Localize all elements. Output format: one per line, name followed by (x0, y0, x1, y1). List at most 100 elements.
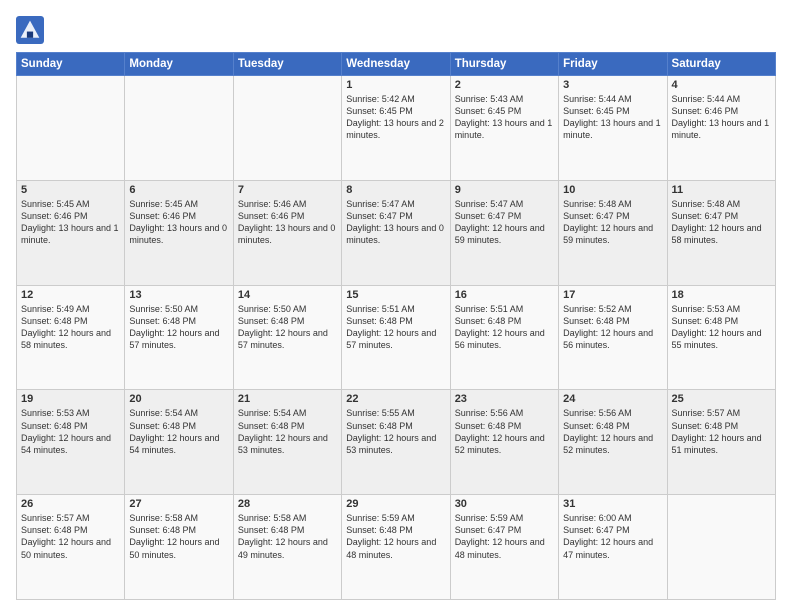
calendar-cell: 24Sunrise: 5:56 AM Sunset: 6:48 PM Dayli… (559, 390, 667, 495)
calendar-cell: 11Sunrise: 5:48 AM Sunset: 6:47 PM Dayli… (667, 180, 775, 285)
weekday-header: Monday (125, 53, 233, 76)
day-number: 26 (21, 498, 120, 510)
cell-info: Sunrise: 5:45 AM Sunset: 6:46 PM Dayligh… (129, 198, 228, 247)
day-number: 18 (672, 289, 771, 301)
day-number: 12 (21, 289, 120, 301)
calendar-cell: 4 Sunrise: 5:44 AM Sunset: 6:46 PM Daylig… (667, 76, 775, 181)
day-number: 28 (238, 498, 337, 510)
cell-info: Sunrise: 5:52 AM Sunset: 6:48 PM Dayligh… (563, 303, 662, 352)
day-number: 19 (21, 393, 120, 405)
cell-info: Sunrise: 5:57 AM Sunset: 6:48 PM Dayligh… (672, 407, 771, 456)
weekday-header: Friday (559, 53, 667, 76)
logo (16, 16, 49, 44)
day-number: 17 (563, 289, 662, 301)
calendar-cell: 27 Sunrise: 5:58 AM Sunset: 6:48 PM Dayli… (125, 495, 233, 600)
calendar-cell (125, 76, 233, 181)
cell-info: Sunrise: 5:46 AM Sunset: 6:46 PM Dayligh… (238, 198, 337, 247)
calendar-cell (667, 495, 775, 600)
calendar-week-row: 19 Sunrise: 5:53 AM Sunset: 6:48 PM Dayli… (17, 390, 776, 495)
calendar-week-row: 26 Sunrise: 5:57 AM Sunset: 6:48 PM Dayli… (17, 495, 776, 600)
cell-info: Sunrise: 5:58 AM Sunset: 6:48 PM Dayligh… (129, 512, 228, 561)
cell-info: Sunrise: 5:48 AM Sunset: 6:47 PM Dayligh… (563, 198, 662, 247)
cell-info: Sunrise: 5:47 AM Sunset: 6:47 PM Dayligh… (455, 198, 554, 247)
calendar-cell: 3 Sunrise: 5:44 AM Sunset: 6:45 PM Daylig… (559, 76, 667, 181)
calendar-cell: 6 Sunrise: 5:45 AM Sunset: 6:46 PM Daylig… (125, 180, 233, 285)
cell-info: Sunrise: 5:49 AM Sunset: 6:48 PM Dayligh… (21, 303, 120, 352)
cell-info: Sunrise: 5:55 AM Sunset: 6:48 PM Dayligh… (346, 407, 445, 456)
day-number: 2 (455, 79, 554, 91)
day-number: 8 (346, 184, 445, 196)
cell-info: Sunrise: 5:44 AM Sunset: 6:45 PM Dayligh… (563, 93, 662, 142)
cell-info: Sunrise: 5:42 AM Sunset: 6:45 PM Dayligh… (346, 93, 445, 142)
calendar-cell: 29 Sunrise: 5:59 AM Sunset: 6:48 PM Dayli… (342, 495, 450, 600)
cell-info: Sunrise: 5:45 AM Sunset: 6:46 PM Dayligh… (21, 198, 120, 247)
cell-info: Sunrise: 5:56 AM Sunset: 6:48 PM Dayligh… (563, 407, 662, 456)
day-number: 1 (346, 79, 445, 91)
cell-info: Sunrise: 5:54 AM Sunset: 6:48 PM Dayligh… (129, 407, 228, 456)
cell-info: Sunrise: 5:53 AM Sunset: 6:48 PM Dayligh… (21, 407, 120, 456)
cell-info: Sunrise: 5:50 AM Sunset: 6:48 PM Dayligh… (238, 303, 337, 352)
cell-info: Sunrise: 5:51 AM Sunset: 6:48 PM Dayligh… (455, 303, 554, 352)
calendar-cell: 17 Sunrise: 5:52 AM Sunset: 6:48 PM Dayli… (559, 285, 667, 390)
calendar-cell: 22 Sunrise: 5:55 AM Sunset: 6:48 PM Dayli… (342, 390, 450, 495)
calendar-header-row: SundayMondayTuesdayWednesdayThursdayFrid… (17, 53, 776, 76)
calendar-cell: 5 Sunrise: 5:45 AM Sunset: 6:46 PM Daylig… (17, 180, 125, 285)
calendar-cell: 10Sunrise: 5:48 AM Sunset: 6:47 PM Dayli… (559, 180, 667, 285)
cell-info: Sunrise: 5:57 AM Sunset: 6:48 PM Dayligh… (21, 512, 120, 561)
day-number: 14 (238, 289, 337, 301)
day-number: 21 (238, 393, 337, 405)
day-number: 16 (455, 289, 554, 301)
day-number: 7 (238, 184, 337, 196)
day-number: 6 (129, 184, 228, 196)
calendar-cell: 12 Sunrise: 5:49 AM Sunset: 6:48 PM Dayli… (17, 285, 125, 390)
calendar-week-row: 5 Sunrise: 5:45 AM Sunset: 6:46 PM Daylig… (17, 180, 776, 285)
day-number: 9 (455, 184, 554, 196)
cell-info: Sunrise: 5:56 AM Sunset: 6:48 PM Dayligh… (455, 407, 554, 456)
day-number: 4 (672, 79, 771, 91)
day-number: 27 (129, 498, 228, 510)
calendar-cell: 16 Sunrise: 5:51 AM Sunset: 6:48 PM Dayli… (450, 285, 558, 390)
calendar-cell: 9 Sunrise: 5:47 AM Sunset: 6:47 PM Daylig… (450, 180, 558, 285)
cell-info: Sunrise: 5:54 AM Sunset: 6:48 PM Dayligh… (238, 407, 337, 456)
cell-info: Sunrise: 5:44 AM Sunset: 6:46 PM Dayligh… (672, 93, 771, 142)
calendar-cell: 1 Sunrise: 5:42 AM Sunset: 6:45 PM Daylig… (342, 76, 450, 181)
cell-info: Sunrise: 5:53 AM Sunset: 6:48 PM Dayligh… (672, 303, 771, 352)
calendar-cell: 2 Sunrise: 5:43 AM Sunset: 6:45 PM Daylig… (450, 76, 558, 181)
header (16, 12, 776, 44)
logo-icon (16, 16, 44, 44)
calendar-cell (233, 76, 341, 181)
calendar-cell: 18 Sunrise: 5:53 AM Sunset: 6:48 PM Dayli… (667, 285, 775, 390)
calendar-week-row: 1 Sunrise: 5:42 AM Sunset: 6:45 PM Daylig… (17, 76, 776, 181)
cell-info: Sunrise: 6:00 AM Sunset: 6:47 PM Dayligh… (563, 512, 662, 561)
calendar-cell: 19 Sunrise: 5:53 AM Sunset: 6:48 PM Dayli… (17, 390, 125, 495)
calendar-cell: 25 Sunrise: 5:57 AM Sunset: 6:48 PM Dayli… (667, 390, 775, 495)
calendar-week-row: 12 Sunrise: 5:49 AM Sunset: 6:48 PM Dayli… (17, 285, 776, 390)
cell-info: Sunrise: 5:47 AM Sunset: 6:47 PM Dayligh… (346, 198, 445, 247)
cell-info: Sunrise: 5:59 AM Sunset: 6:48 PM Dayligh… (346, 512, 445, 561)
day-number: 15 (346, 289, 445, 301)
calendar-cell: 13Sunrise: 5:50 AM Sunset: 6:48 PM Dayli… (125, 285, 233, 390)
calendar-cell: 28Sunrise: 5:58 AM Sunset: 6:48 PM Dayli… (233, 495, 341, 600)
calendar-cell: 30Sunrise: 5:59 AM Sunset: 6:47 PM Dayli… (450, 495, 558, 600)
calendar-cell: 15Sunrise: 5:51 AM Sunset: 6:48 PM Dayli… (342, 285, 450, 390)
day-number: 20 (129, 393, 228, 405)
calendar-cell (17, 76, 125, 181)
day-number: 29 (346, 498, 445, 510)
calendar-cell: 21 Sunrise: 5:54 AM Sunset: 6:48 PM Dayli… (233, 390, 341, 495)
calendar-cell: 8 Sunrise: 5:47 AM Sunset: 6:47 PM Daylig… (342, 180, 450, 285)
weekday-header: Sunday (17, 53, 125, 76)
weekday-header: Wednesday (342, 53, 450, 76)
day-number: 3 (563, 79, 662, 91)
cell-info: Sunrise: 5:50 AM Sunset: 6:48 PM Dayligh… (129, 303, 228, 352)
cell-info: Sunrise: 5:43 AM Sunset: 6:45 PM Dayligh… (455, 93, 554, 142)
day-number: 23 (455, 393, 554, 405)
day-number: 25 (672, 393, 771, 405)
calendar-cell: 14 Sunrise: 5:50 AM Sunset: 6:48 PM Dayli… (233, 285, 341, 390)
calendar-cell: 7 Sunrise: 5:46 AM Sunset: 6:46 PM Daylig… (233, 180, 341, 285)
cell-info: Sunrise: 5:48 AM Sunset: 6:47 PM Dayligh… (672, 198, 771, 247)
weekday-header: Thursday (450, 53, 558, 76)
day-number: 22 (346, 393, 445, 405)
weekday-header: Tuesday (233, 53, 341, 76)
calendar-cell: 26 Sunrise: 5:57 AM Sunset: 6:48 PM Dayli… (17, 495, 125, 600)
day-number: 5 (21, 184, 120, 196)
